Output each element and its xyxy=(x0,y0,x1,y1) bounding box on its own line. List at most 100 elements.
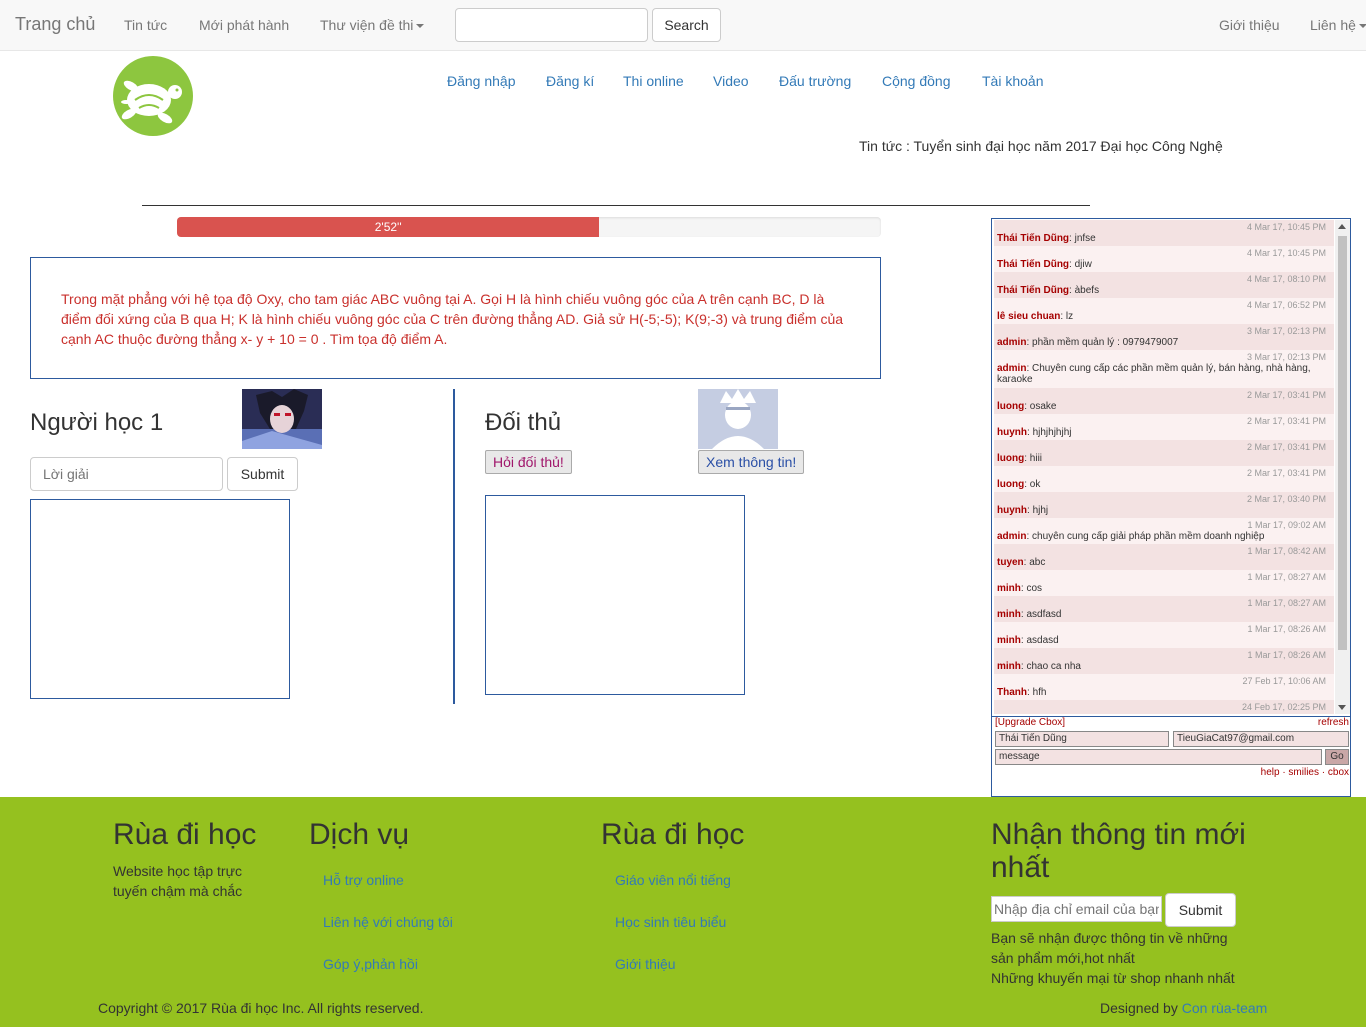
answer-submit-button[interactable]: Submit xyxy=(227,457,298,491)
chat-message: 24 Feb 17, 02:25 PM xyxy=(994,700,1334,714)
chat-message-time: 1 Mar 17, 08:26 AM xyxy=(1247,650,1326,660)
chat-message-line: minh: asdasd xyxy=(997,635,1330,646)
chat-message: 2 Mar 17, 03:41 PM luong: ok xyxy=(994,466,1334,492)
designed-by: Designed by Con rùa-team xyxy=(1100,998,1267,1018)
chat-message: 3 Mar 17, 02:13 PM admin: phần mềm quản l… xyxy=(994,324,1334,350)
chat-message-user[interactable]: luong xyxy=(997,453,1024,464)
footer-link-feedback[interactable]: Góp ý,phản hồi xyxy=(323,956,418,972)
chat-name-field[interactable]: Thái Tiến Dũng xyxy=(995,731,1169,747)
chat-message: 1 Mar 17, 08:27 AM minh: cos xyxy=(994,570,1334,596)
chat-message-user[interactable]: minh xyxy=(997,583,1021,594)
chat-go-button[interactable]: Go xyxy=(1325,749,1349,765)
chat-message-time: 4 Mar 17, 06:52 PM xyxy=(1246,300,1326,310)
chat-message-user[interactable]: lê sieu chuan xyxy=(997,311,1060,322)
upgrade-cbox-link[interactable]: [Upgrade Cbox] xyxy=(995,717,1065,728)
chat-message-user[interactable]: tuyen xyxy=(997,557,1024,568)
subnav-register[interactable]: Đăng kí xyxy=(546,73,594,89)
chat-message-time: 1 Mar 17, 08:26 AM xyxy=(1247,624,1326,634)
footer-link-contact-us[interactable]: Liên hệ với chúng tôi xyxy=(323,914,453,930)
footer-link-online-support[interactable]: Hỗ trợ online xyxy=(323,872,404,888)
chat-message-line: lê sieu chuan: lz xyxy=(997,311,1330,322)
opponent-work-area xyxy=(485,495,745,695)
newsletter-email-input[interactable] xyxy=(991,896,1162,922)
chat-message-text: chao ca nha xyxy=(1026,661,1081,672)
chat-footer-links[interactable]: help · smilies · cbox xyxy=(1261,767,1349,778)
footer-link-teachers[interactable]: Giáo viên nổi tiếng xyxy=(615,872,731,888)
chat-message: 2 Mar 17, 03:41 PM luong: hiii xyxy=(994,440,1334,466)
footer-link-about[interactable]: Giới thiệu xyxy=(615,956,676,972)
chat-message-time: 1 Mar 17, 08:27 AM xyxy=(1247,572,1326,582)
chat-message-user[interactable]: admin xyxy=(997,337,1026,348)
chat-message-time: 27 Feb 17, 10:06 AM xyxy=(1242,676,1326,686)
chat-message-text: ok xyxy=(1029,479,1041,490)
news-ticker[interactable]: Tin tức : Tuyển sinh đại học năm 2017 Đạ… xyxy=(859,138,1223,154)
nav-link-new-releases[interactable]: Mới phát hành xyxy=(199,17,289,33)
nav-dropdown-contact[interactable]: Liên hệ xyxy=(1310,17,1366,33)
chat-message-text: asdfasd xyxy=(1026,609,1062,620)
chat-message-text: lz xyxy=(1065,311,1074,322)
chat-message-user[interactable]: luong xyxy=(997,401,1024,412)
footer-col4-text2: Những khuyến mại từ shop nhanh nhất xyxy=(991,970,1235,986)
chat-message: 1 Mar 17, 08:26 AM minh: chao ca nha xyxy=(994,648,1334,674)
chat-message-user[interactable]: huynh xyxy=(997,505,1027,516)
subnav-account[interactable]: Tài khoản xyxy=(982,73,1043,89)
chat-message-time: 2 Mar 17, 03:41 PM xyxy=(1246,442,1326,452)
newsletter-submit-button[interactable]: Submit xyxy=(1165,893,1236,927)
chat-message-line: admin: chuyên cung cấp giải pháp phần mề… xyxy=(997,531,1330,542)
footer-col3-title: Rùa đi học xyxy=(601,818,745,851)
chat-message-user[interactable]: admin xyxy=(997,531,1026,542)
chat-message-field[interactable]: message xyxy=(995,749,1322,765)
search-button[interactable]: Search xyxy=(652,8,721,42)
nav-link-news[interactable]: Tin tức xyxy=(124,17,167,33)
nav-dropdown-label: Liên hệ xyxy=(1310,17,1356,33)
chat-message-user[interactable]: Thái Tiến Dũng xyxy=(997,259,1069,270)
chat-message-line: admin: Chuyên cung cấp các phần mềm quản… xyxy=(997,363,1330,385)
turtle-logo[interactable] xyxy=(113,56,193,136)
chat-refresh-link[interactable]: refresh xyxy=(1318,717,1349,728)
chat-message-user[interactable]: minh xyxy=(997,661,1021,672)
scroll-up-icon[interactable] xyxy=(1338,224,1346,229)
footer-col4-text1: Bạn sẽ nhận được thông tin về những sản … xyxy=(991,930,1228,966)
designed-by-link[interactable]: Con rùa-team xyxy=(1182,1000,1268,1016)
subnav-community[interactable]: Cộng đồng xyxy=(882,73,951,89)
chat-message-line: luong: ok xyxy=(997,479,1330,490)
chat-message-text: abc xyxy=(1029,557,1046,568)
chat-scrollbar[interactable] xyxy=(1335,220,1350,714)
chat-message-line: huynh: hjhj xyxy=(997,505,1330,516)
chat-message-line: luong: osake xyxy=(997,401,1330,412)
chat-message-user[interactable]: Thái Tiến Dũng xyxy=(997,233,1069,244)
subnav-login[interactable]: Đăng nhập xyxy=(447,73,516,89)
chat-message-user[interactable]: Thái Tiến Dũng xyxy=(997,285,1069,296)
chat-message-line: admin: phần mềm quản lý : 0979479007 xyxy=(997,337,1330,348)
chat-message-time: 1 Mar 17, 08:42 AM xyxy=(1247,546,1326,556)
chat-message-time: 2 Mar 17, 03:41 PM xyxy=(1246,416,1326,426)
chat-message-user[interactable]: minh xyxy=(997,635,1021,646)
nav-link-about[interactable]: Giới thiệu xyxy=(1219,17,1280,33)
chat-message-user[interactable]: admin xyxy=(997,363,1026,374)
scroll-down-icon[interactable] xyxy=(1338,705,1346,710)
chat-message-line: minh: asdfasd xyxy=(997,609,1330,620)
brand-home-link[interactable]: Trang chủ xyxy=(15,14,95,35)
chat-message: 2 Mar 17, 03:41 PM luong: osake xyxy=(994,388,1334,414)
player-work-area[interactable] xyxy=(30,499,290,699)
question-box: Trong mặt phẳng với hệ tọa độ Oxy, cho t… xyxy=(30,257,881,379)
subnav-video[interactable]: Video xyxy=(713,73,749,89)
opponent-avatar xyxy=(698,389,778,449)
footer-link-students[interactable]: Học sinh tiêu biểu xyxy=(615,914,726,930)
subnav-online-exam[interactable]: Thi online xyxy=(623,73,684,89)
chat-message-user[interactable]: luong xyxy=(997,479,1024,490)
scroll-thumb[interactable] xyxy=(1338,236,1347,650)
view-info-button[interactable]: Xem thông tin! xyxy=(698,450,805,474)
chat-message-user[interactable]: minh xyxy=(997,609,1021,620)
subnav-arena[interactable]: Đấu trường xyxy=(779,73,851,89)
ask-opponent-button[interactable]: Hỏi đối thủ! xyxy=(485,450,572,474)
chat-message-user[interactable]: huynh xyxy=(997,427,1027,438)
chat-message-user[interactable]: Thanh xyxy=(997,687,1027,698)
search-input[interactable] xyxy=(455,8,648,42)
answer-input[interactable] xyxy=(30,457,223,491)
chat-message-text: chuyên cung cấp giải pháp phần mềm doanh… xyxy=(1032,531,1265,542)
nav-dropdown-exam-library[interactable]: Thư viện đề thi xyxy=(320,17,425,33)
chat-message-list[interactable]: 4 Mar 17, 10:45 PM Thái Tiến Dũng: jnfse 4… xyxy=(994,220,1334,714)
chat-message: 2 Mar 17, 03:40 PM huynh: hjhj xyxy=(994,492,1334,518)
chat-email-field[interactable]: TieuGiaCat97@gmail.com xyxy=(1173,731,1349,747)
